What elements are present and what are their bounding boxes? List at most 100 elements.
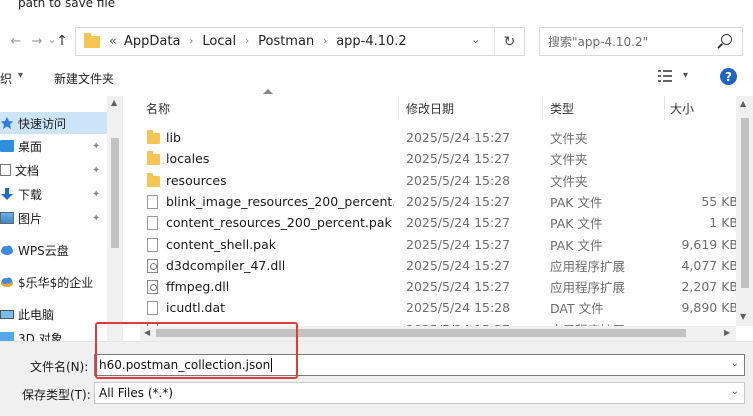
pin-icon: ✦ (92, 188, 101, 200)
view-options-icon[interactable] (658, 70, 672, 82)
help-icon: ? (725, 69, 732, 84)
help-button[interactable]: ? (720, 68, 737, 85)
sidebar-item-pictures[interactable]: 图片 ✦ (0, 207, 107, 229)
file-type: 应用程序扩展 (550, 280, 626, 295)
file-name: content_resources_200_percent.pak (166, 215, 392, 230)
view-caret-icon[interactable]: ▾ (683, 70, 688, 81)
file-type: PAK 文件 (550, 238, 603, 253)
cloud-icon (1, 245, 13, 255)
breadcrumb-postman[interactable]: Postman (258, 34, 314, 49)
breadcrumb-overflow[interactable]: « (109, 34, 117, 49)
new-folder-button[interactable]: 新建文件夹 (54, 70, 114, 87)
search-icon[interactable] (721, 34, 732, 45)
file-date: 2025/5/24 15:28 (406, 300, 511, 315)
file-size: 4,077 KB (681, 258, 738, 273)
file-row[interactable]: resources 2025/5/24 15:28 文件夹 (140, 170, 740, 191)
sidebar-item-label: WPS云盘 (18, 243, 69, 258)
sidebar-scrollbar[interactable]: ▲ (107, 96, 123, 348)
column-header-name[interactable]: 名称 (146, 96, 170, 120)
file-row[interactable]: ffmpeg.dll 2025/5/24 15:27 应用程序扩展 2,207 KB (140, 276, 740, 297)
file-size: 9,619 KB (681, 237, 738, 252)
file-row[interactable]: d3dcompiler_47.dll 2025/5/24 15:27 应用程序扩展 4… (140, 255, 740, 276)
file-size: 2,207 KB (681, 279, 738, 294)
sidebar-item-label: $乐华$的企业 (18, 275, 94, 290)
file-type: PAK 文件 (550, 195, 603, 210)
file-row[interactable]: content_shell.pak 2025/5/24 15:27 PAK 文件 9,… (140, 234, 740, 255)
pin-icon: ✦ (92, 140, 101, 152)
column-header-size[interactable]: 大小 (670, 96, 694, 120)
file-row[interactable]: blink_image_resources_200_percent.p... 20… (140, 191, 740, 212)
refresh-button[interactable]: ↻ (494, 28, 524, 55)
folder-icon (147, 130, 160, 144)
breadcrumb-separator-icon[interactable]: › (189, 36, 193, 47)
chevron-down-icon[interactable]: ⌄ (731, 358, 739, 369)
sidebar-item-enterprise[interactable]: $乐华$的企业 (0, 271, 107, 293)
file-date: 2025/5/24 15:28 (406, 173, 511, 188)
file-list-scrollbar[interactable]: ▲ ▼ (736, 96, 753, 326)
column-divider[interactable] (664, 96, 665, 120)
horizontal-scroll-thumb[interactable] (156, 329, 686, 337)
breadcrumb-separator-icon[interactable]: › (323, 36, 327, 47)
picture-icon (0, 212, 14, 224)
folder-icon (84, 32, 100, 48)
chevron-down-icon[interactable]: ⌄ (731, 386, 739, 397)
file-name: locales (166, 151, 210, 166)
scroll-left-icon[interactable]: ◀ (144, 328, 150, 337)
scroll-up-icon[interactable]: ▲ (740, 99, 746, 108)
file-icon (147, 301, 158, 315)
breadcrumb-separator-icon[interactable]: › (245, 36, 249, 47)
file-size (650, 148, 738, 169)
filetype-select[interactable]: All Files (*.*) ⌄ (94, 382, 745, 404)
sidebar-item-documents[interactable]: 文档 ✦ (0, 159, 107, 181)
file-row[interactable]: icudtl.dat 2025/5/24 15:28 DAT 文件 9,890 KB (140, 297, 740, 318)
computer-icon (0, 309, 14, 319)
text-cursor (271, 358, 273, 372)
sidebar-item-desktop[interactable]: 桌面 ✦ (0, 135, 107, 157)
document-icon (0, 164, 11, 176)
column-header-type[interactable]: 类型 (550, 96, 574, 120)
back-button[interactable]: ← (6, 31, 26, 51)
scroll-down-icon[interactable]: ▼ (740, 312, 746, 321)
breadcrumb-local[interactable]: Local (202, 34, 236, 49)
sidebar-scroll-thumb[interactable] (111, 138, 119, 248)
file-name: lib (166, 130, 181, 145)
sidebar-item-quick-access[interactable]: 快速访问 (0, 112, 107, 134)
file-row[interactable]: locales 2025/5/24 15:27 文件夹 (140, 148, 740, 169)
column-header-date[interactable]: 修改日期 (406, 96, 454, 120)
address-bar[interactable]: « AppData › Local › Postman › app-4.10.2… (75, 27, 525, 56)
breadcrumb-appdata[interactable]: AppData (124, 34, 180, 49)
star-icon (1, 117, 13, 129)
file-icon (147, 195, 158, 209)
file-name: content_shell.pak (166, 237, 276, 252)
desktop-icon (0, 140, 14, 152)
dialog-title: path to save file (18, 0, 116, 10)
filename-input[interactable]: h60.postman_collection.json ⌄ (94, 354, 745, 376)
search-input[interactable]: 搜索"app-4.10.2" (539, 27, 743, 56)
scroll-up-icon[interactable]: ▲ (111, 98, 117, 107)
up-button[interactable]: ↑ (52, 31, 72, 51)
breadcrumb-app-version[interactable]: app-4.10.2 (336, 34, 407, 49)
sort-ascending-icon (263, 89, 273, 94)
filename-value: h60.postman_collection.json (99, 358, 271, 372)
sidebar-item-downloads[interactable]: 下载 ✦ (0, 183, 107, 205)
column-divider[interactable] (542, 96, 543, 120)
file-date: 2025/5/24 15:27 (406, 237, 511, 252)
organize-button[interactable]: 织 (0, 70, 12, 87)
file-row[interactable]: lib 2025/5/24 15:27 文件夹 (140, 127, 740, 148)
scroll-right-icon[interactable]: ▶ (724, 328, 730, 337)
file-type: DAT 文件 (550, 301, 604, 316)
search-placeholder: 搜索"app-4.10.2" (548, 35, 649, 49)
file-list-scroll-thumb[interactable] (741, 118, 749, 288)
address-dropdown-icon[interactable]: ⌄ (471, 33, 480, 46)
column-divider[interactable] (398, 96, 399, 120)
file-row[interactable]: content_resources_200_percent.pak 2025/5/… (140, 212, 740, 233)
sidebar-item-label: 此电脑 (18, 307, 55, 322)
download-icon (1, 188, 13, 200)
sidebar-item-this-pc[interactable]: 此电脑 (0, 303, 107, 325)
horizontal-scrollbar[interactable]: ◀ ▶ (140, 326, 736, 341)
file-name: blink_image_resources_200_percent.p... (166, 194, 394, 209)
filetype-value: All Files (*.*) (99, 386, 174, 400)
sidebar-item-wps-cloud[interactable]: WPS云盘 (0, 239, 107, 261)
save-form-panel (0, 341, 753, 416)
organize-caret-icon[interactable]: ▾ (18, 70, 23, 81)
